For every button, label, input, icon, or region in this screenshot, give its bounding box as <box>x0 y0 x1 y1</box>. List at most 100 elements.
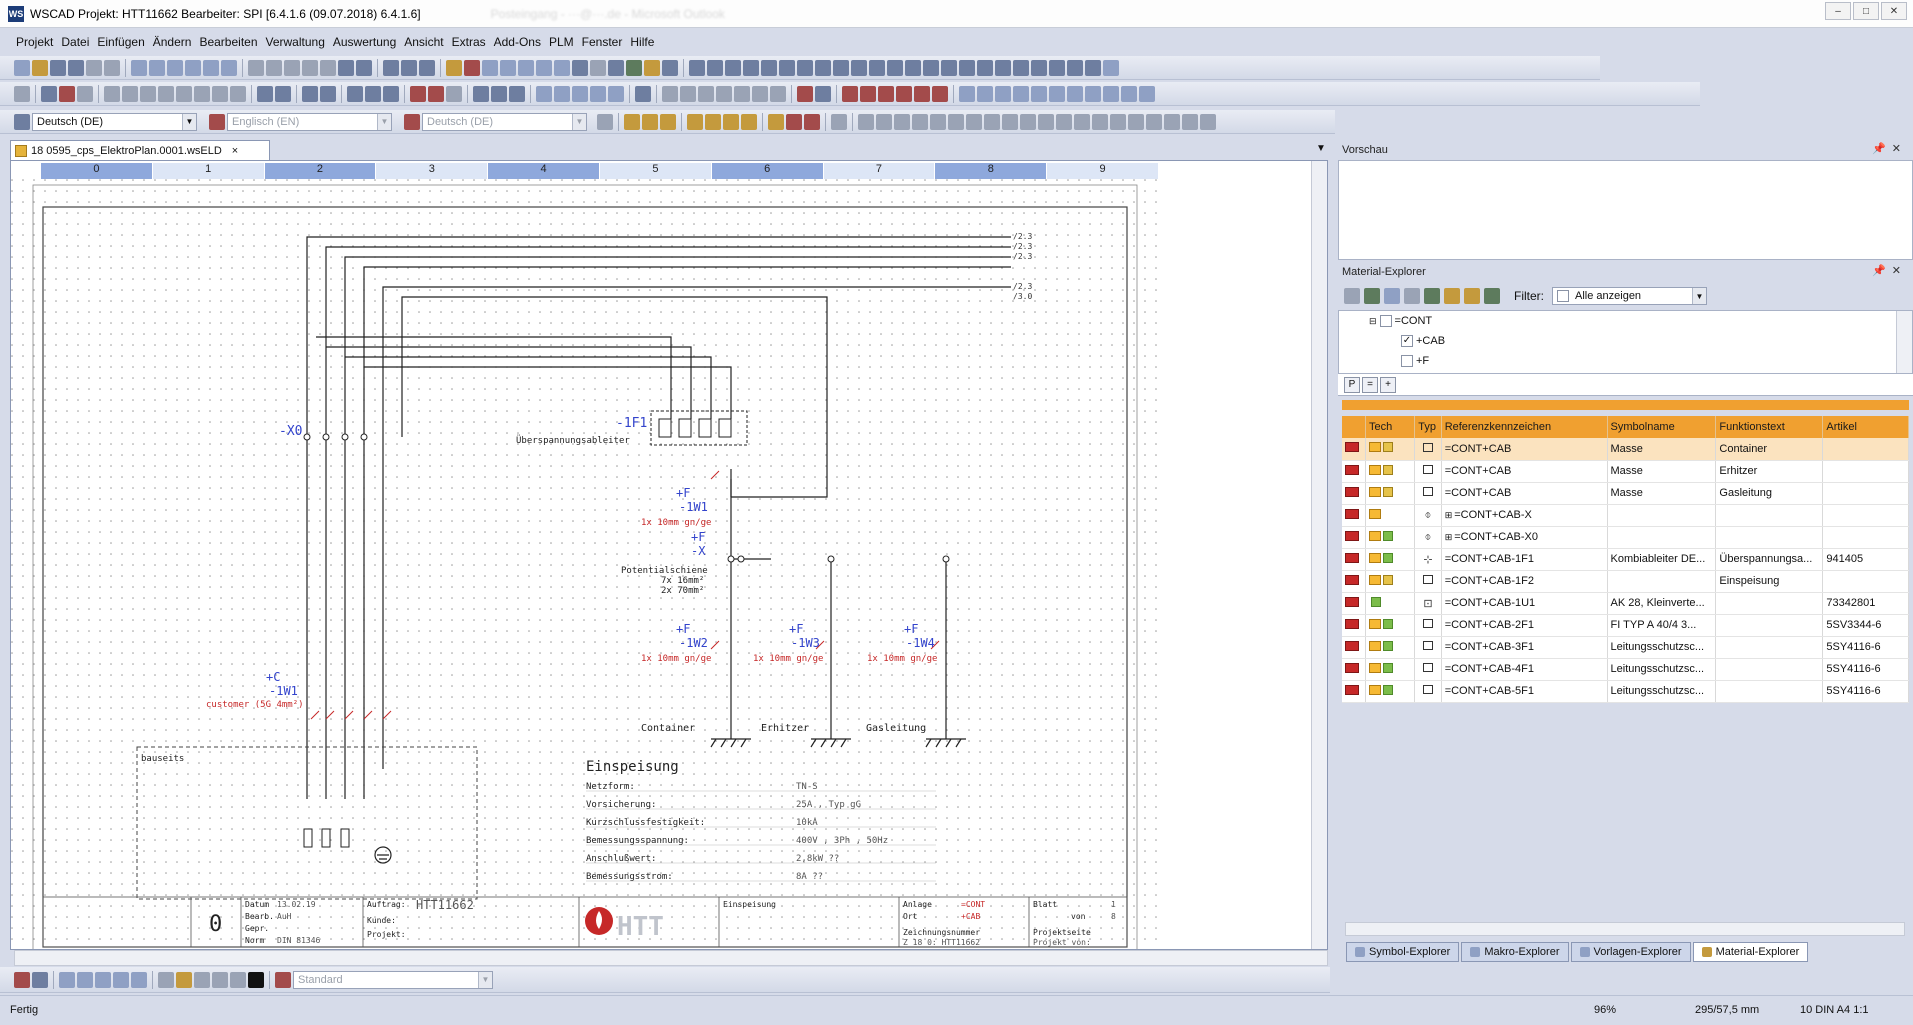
align2-icon[interactable] <box>642 113 658 130</box>
potential3-icon[interactable] <box>509 85 525 102</box>
layer-select-icon[interactable] <box>59 971 75 988</box>
page-icon[interactable] <box>482 59 498 76</box>
ref-cell[interactable]: =CONT+CAB-4F1 <box>1441 658 1608 681</box>
find-next-icon[interactable] <box>356 59 372 76</box>
bundle4-icon[interactable] <box>896 85 912 102</box>
expand-icon[interactable]: ⊞ <box>1445 532 1453 542</box>
translate-settings-icon[interactable] <box>597 113 613 130</box>
next-page-icon[interactable] <box>149 59 165 76</box>
relay-icon[interactable] <box>887 59 903 76</box>
menu-extras[interactable]: Extras <box>452 35 494 49</box>
delete-cell[interactable] <box>1342 526 1367 549</box>
coil-icon[interactable] <box>743 59 759 76</box>
ref-cell[interactable]: =CONT+CAB-1F1 <box>1441 548 1608 571</box>
schematic-sheet[interactable]: -X0 -1F1 Überspannungsableiter +F -1W1 1… <box>11 179 1159 950</box>
ellipse-icon[interactable] <box>212 85 228 102</box>
window9-icon[interactable] <box>1103 85 1119 102</box>
tree-node-cont[interactable]: ⊟ =CONT <box>1369 315 1432 327</box>
window5-icon[interactable] <box>1031 85 1047 102</box>
mode-tab-p[interactable]: P <box>1344 376 1360 393</box>
maximize-button[interactable]: □ <box>1853 2 1879 20</box>
menu-bearbeiten[interactable]: Bearbeiten <box>199 35 265 49</box>
preview-pin-close-icons[interactable]: 📌✕ <box>1872 142 1907 155</box>
table-row[interactable]: =CONT+CAB-2F1 FI TYP A 40/4 3... 5SV3344-6 <box>1342 614 1909 637</box>
column-header-function[interactable]: Funktionstext <box>1715 416 1824 438</box>
filter-check-icon[interactable] <box>1444 288 1460 304</box>
menu-ansicht[interactable]: Ansicht <box>404 35 451 49</box>
symbol-icon[interactable] <box>518 59 534 76</box>
ground-icon[interactable] <box>977 59 993 76</box>
switch-icon[interactable] <box>779 59 795 76</box>
print-preview-icon[interactable] <box>86 59 102 76</box>
text-icon[interactable] <box>41 85 57 102</box>
table-row[interactable]: ⊹ =CONT+CAB-1F1 Kombiableiter DE... Überspa… <box>1342 548 1909 571</box>
document-tab-close-icon[interactable]: × <box>232 145 238 157</box>
refresh-icon[interactable] <box>1364 288 1380 304</box>
connection3-icon[interactable] <box>383 85 399 102</box>
layer5-icon[interactable] <box>131 971 147 988</box>
mode-tab-equals[interactable]: = <box>1362 376 1378 393</box>
cut-icon[interactable] <box>284 59 300 76</box>
table-row[interactable]: =CONT+CAB-3F1 Leitungsschutzsc... 5SY4116-… <box>1342 636 1909 659</box>
language-2-select[interactable]: Englisch (EN) ▼ <box>227 112 392 131</box>
wire-cut-icon[interactable] <box>428 85 444 102</box>
ref-cell[interactable]: =CONT+CAB-1U1 <box>1441 592 1608 615</box>
filter-checkbox[interactable] <box>1557 290 1569 302</box>
delete-icon[interactable] <box>1345 662 1359 673</box>
table-row[interactable]: =CONT+CAB-5F1 Leitungsschutzsc... 5SY4116-… <box>1342 680 1909 703</box>
window11-icon[interactable] <box>1139 85 1155 102</box>
route5-icon[interactable] <box>734 85 750 102</box>
contact2-icon[interactable] <box>707 59 723 76</box>
table-row[interactable]: ⊡ =CONT+CAB-1U1 AK 28, Kleinverte... 733428… <box>1342 592 1909 615</box>
arrow-down-icon[interactable] <box>1067 59 1083 76</box>
plc-icon[interactable] <box>572 59 588 76</box>
tree-node-f[interactable]: +F <box>1401 355 1429 367</box>
potential2-icon[interactable] <box>491 85 507 102</box>
find-icon[interactable] <box>338 59 354 76</box>
ref-cell[interactable]: =CONT+CAB <box>1441 482 1608 505</box>
column-header-symbol[interactable]: Symbolname <box>1607 416 1717 438</box>
diode-icon[interactable] <box>923 59 939 76</box>
delete-icon[interactable] <box>1345 508 1359 519</box>
fuse-icon[interactable] <box>797 59 813 76</box>
add-material2-icon[interactable] <box>1424 288 1440 304</box>
polyline-icon[interactable] <box>194 85 210 102</box>
menu-einfuegen[interactable]: Einfügen <box>97 35 152 49</box>
macro-icon[interactable] <box>464 59 480 76</box>
sensor-icon[interactable] <box>851 59 867 76</box>
cable-tool-icon[interactable] <box>797 85 813 102</box>
bundle2-icon[interactable] <box>860 85 876 102</box>
tab-vorlagen-explorer[interactable]: Vorlagen-Explorer <box>1570 942 1691 962</box>
cable-tool2-icon[interactable] <box>815 85 831 102</box>
paste-icon[interactable] <box>320 59 336 76</box>
language-3-select[interactable]: Deutsch (DE) ▼ <box>422 112 587 131</box>
material-horizontal-scrollbar[interactable] <box>1345 922 1905 936</box>
tree-checkbox[interactable] <box>1379 315 1392 327</box>
attribute-text-icon[interactable] <box>59 85 75 102</box>
document-tab-list-chevron-down-icon[interactable]: ▼ <box>1316 143 1326 154</box>
layer4-icon[interactable] <box>113 971 129 988</box>
grid-snap-icon[interactable] <box>14 971 30 988</box>
table-row[interactable]: =CONT+CAB Masse Erhitzer <box>1342 460 1909 483</box>
zoom-fit-icon[interactable] <box>419 59 435 76</box>
project-icon[interactable] <box>446 59 462 76</box>
collapse-icon[interactable]: ⊟ <box>1369 316 1377 327</box>
material-explorer-pin-close-icons[interactable]: 📌✕ <box>1872 264 1907 277</box>
style-select[interactable]: Standard ▼ <box>293 970 493 989</box>
contact-icon[interactable] <box>689 59 705 76</box>
delete-cell[interactable] <box>1342 548 1367 571</box>
pen-color-icon[interactable] <box>176 971 192 988</box>
delete-icon[interactable] <box>1345 640 1359 651</box>
bell-icon[interactable] <box>1013 59 1029 76</box>
goto-page-icon[interactable] <box>203 59 219 76</box>
delete-icon[interactable] <box>1345 530 1359 541</box>
edit-text-icon[interactable] <box>831 113 847 130</box>
drawing-canvas[interactable]: 0 1 2 3 4 5 6 7 8 9 -X0 -1F1 Überspannun… <box>10 160 1328 950</box>
align-icon[interactable] <box>624 113 640 130</box>
filter-lock-icon[interactable] <box>1464 288 1480 304</box>
prev-page-icon[interactable] <box>131 59 147 76</box>
grid-icon[interactable] <box>635 85 651 102</box>
resistor-icon[interactable] <box>959 59 975 76</box>
delete-cell[interactable] <box>1342 482 1367 505</box>
cart-icon[interactable] <box>932 85 948 102</box>
